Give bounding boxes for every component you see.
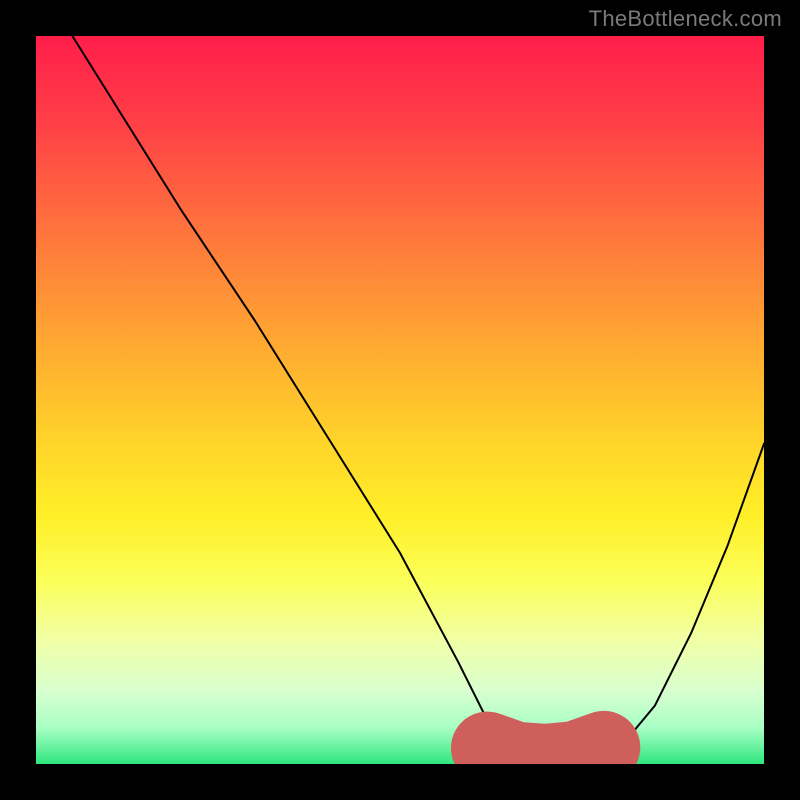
watermark-text: TheBottleneck.com [589,6,782,32]
v-curve-path [72,36,764,760]
plot-area [36,36,764,764]
chart-frame: TheBottleneck.com [0,0,800,800]
flat-marker-path [487,747,603,760]
chart-svg [36,36,764,764]
